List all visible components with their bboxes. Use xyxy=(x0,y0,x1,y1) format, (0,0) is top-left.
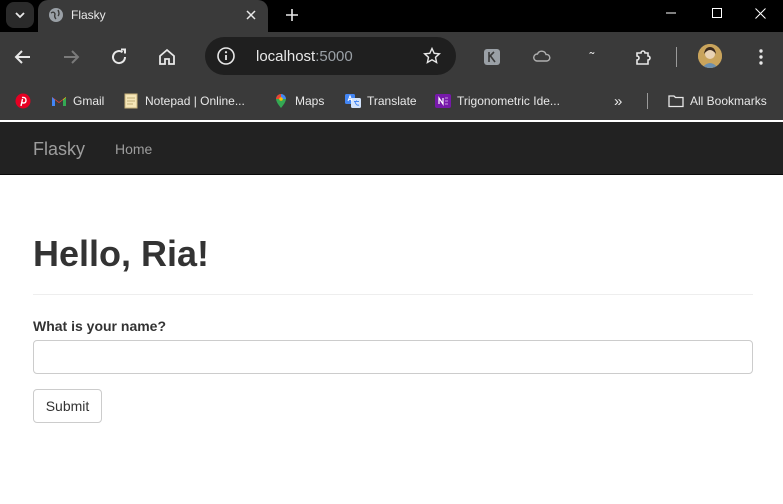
submit-button[interactable]: Submit xyxy=(33,389,102,423)
forward-button[interactable] xyxy=(56,42,86,72)
page-header: Hello, Ria! xyxy=(33,233,753,295)
all-bookmarks-button[interactable]: All Bookmarks xyxy=(668,92,767,110)
bookmark-maps[interactable]: Maps xyxy=(273,92,324,110)
bookmark-trigonometric-label: Trigonometric Ide... xyxy=(457,94,560,108)
onenote-icon xyxy=(435,94,451,108)
extension-cloud-icon xyxy=(533,50,551,62)
bookmark-trigonometric[interactable]: Trigonometric Ide... xyxy=(435,92,560,110)
browser-menu-button[interactable] xyxy=(750,46,772,68)
gmail-icon xyxy=(52,97,66,106)
translate-icon xyxy=(345,94,361,108)
app-navbar: Flasky Home xyxy=(0,122,783,175)
chevron-double-right-icon: » xyxy=(614,92,623,110)
name-input[interactable] xyxy=(33,340,753,374)
all-bookmarks-label: All Bookmarks xyxy=(690,94,767,108)
close-icon xyxy=(246,10,256,20)
toolbar-separator xyxy=(676,47,677,67)
address-bar[interactable]: localhost:5000 xyxy=(205,37,456,75)
profile-avatar[interactable] xyxy=(698,44,722,68)
browser-tab-bar: Flasky xyxy=(0,0,783,32)
reload-icon xyxy=(112,48,127,65)
maximize-button[interactable] xyxy=(694,0,740,26)
tab-search-button[interactable] xyxy=(6,2,34,28)
extension-button-2[interactable] xyxy=(531,46,553,68)
extension-button-1[interactable] xyxy=(481,46,503,68)
home-icon xyxy=(159,48,175,65)
url-host: localhost xyxy=(256,48,316,65)
folder-icon xyxy=(668,95,684,108)
url-port: :5000 xyxy=(315,48,353,65)
minimize-button[interactable] xyxy=(648,0,694,26)
close-icon xyxy=(754,7,766,19)
reload-button[interactable] xyxy=(104,42,134,72)
arrow-right-icon xyxy=(64,50,80,64)
new-tab-button[interactable] xyxy=(280,3,304,27)
page-title: Hello, Ria! xyxy=(33,233,210,274)
plus-icon xyxy=(286,9,298,21)
globe-icon xyxy=(49,8,63,22)
bookmarks-bar: Gmail Notepad | Online... Maps Translate… xyxy=(0,82,783,120)
bookmark-notepad-label: Notepad | Online... xyxy=(145,94,245,108)
bookmarks-separator xyxy=(647,93,648,109)
close-window-button[interactable] xyxy=(737,0,783,26)
info-icon[interactable] xyxy=(216,46,236,66)
browser-toolbar: localhost:5000 ˜ xyxy=(0,32,783,82)
puzzle-icon xyxy=(636,50,651,65)
home-button[interactable] xyxy=(152,42,182,72)
chevron-down-icon xyxy=(15,12,25,19)
tab-title: Flasky xyxy=(71,8,106,22)
navbar-brand[interactable]: Flasky xyxy=(33,139,85,160)
extension-k-icon xyxy=(484,49,500,65)
bookmarks-overflow-button[interactable]: » xyxy=(614,92,622,110)
more-vertical-icon xyxy=(759,49,763,65)
name-field-label: What is your name? xyxy=(33,318,167,334)
bookmark-pinterest[interactable] xyxy=(15,92,37,110)
bookmark-maps-label: Maps xyxy=(295,94,325,108)
arrow-left-icon xyxy=(14,50,30,64)
back-button[interactable] xyxy=(8,42,38,72)
bookmark-notepad[interactable]: Notepad | Online... xyxy=(123,92,245,110)
notepad-icon xyxy=(124,93,138,109)
avatar-icon xyxy=(698,44,722,68)
bookmark-gmail-label: Gmail xyxy=(73,94,105,108)
minimize-icon xyxy=(666,12,676,14)
extension-tilde-icon: ˜ xyxy=(589,49,595,65)
bookmark-star-icon[interactable] xyxy=(423,47,441,65)
extensions-menu-button[interactable] xyxy=(632,46,654,68)
bookmark-translate-label: Translate xyxy=(367,94,417,108)
bookmark-gmail[interactable]: Gmail xyxy=(51,92,104,110)
browser-tab[interactable]: Flasky xyxy=(38,0,268,32)
nav-home-link[interactable]: Home xyxy=(115,141,152,157)
extension-button-3[interactable]: ˜ xyxy=(581,46,603,68)
maximize-icon xyxy=(712,8,722,18)
tab-close-button[interactable] xyxy=(242,6,260,24)
address-url[interactable]: localhost:5000 xyxy=(256,48,353,65)
bookmark-translate[interactable]: Translate xyxy=(345,92,417,110)
pinterest-icon xyxy=(15,93,31,109)
maps-icon xyxy=(276,94,286,108)
